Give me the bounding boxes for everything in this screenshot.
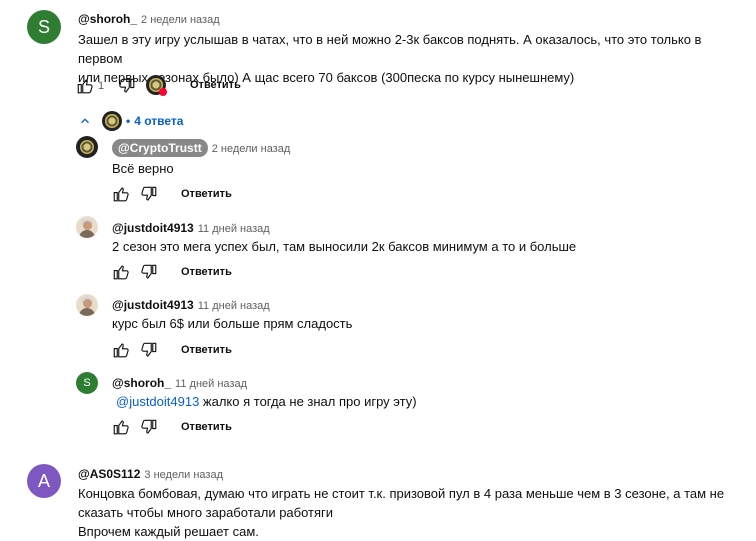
thumbs-down-icon <box>141 186 157 201</box>
man-avatar[interactable] <box>76 216 98 238</box>
thumbs-up-icon <box>113 187 129 202</box>
reply-header: @justdoit4913 11 дней назад <box>112 219 270 237</box>
dislike-button[interactable] <box>140 418 158 441</box>
replies-bullet: • <box>126 114 131 128</box>
reply-text: Всё верно <box>112 161 174 176</box>
comment-text: Зашел в эту игру услышав в чатах, что в … <box>78 30 748 87</box>
reply-header: @shoroh_ 11 дней назад <box>112 374 247 392</box>
reply-author[interactable]: @shoroh_ <box>112 376 171 390</box>
coin-logo-icon <box>79 139 95 155</box>
mention-link[interactable]: @justdoit4913 <box>116 394 199 409</box>
replies-toggle[interactable]: • 4 ответа <box>78 111 183 131</box>
comment-header: @AS0S112 3 недели назад <box>78 465 223 483</box>
thumbs-down-icon <box>141 342 157 357</box>
comment-text: Концовка бомбовая, думаю что играть не с… <box>78 484 748 541</box>
avatar[interactable]: S <box>27 10 61 44</box>
reply-button[interactable]: Ответить <box>181 266 232 278</box>
replies-count-label: 4 ответа <box>134 114 184 128</box>
avatar-body <box>79 308 95 316</box>
reply-time[interactable]: 11 дней назад <box>198 223 270 235</box>
reply-text: 2 сезон это мега успех был, там выносили… <box>112 239 577 254</box>
comment-header: @shoroh_ 2 недели назад <box>78 10 220 28</box>
comment-time[interactable]: 3 недели назад <box>144 469 223 481</box>
comment-time[interactable]: 2 недели назад <box>141 14 220 26</box>
comment-author[interactable]: @shoroh_ <box>78 12 137 26</box>
avatar-body <box>79 230 95 238</box>
reply-text-body: жалко я тогда не знал про игру эту) <box>199 394 417 409</box>
reply-header: @justdoit4913 11 дней назад <box>112 296 270 314</box>
thumbs-up-icon <box>113 420 129 435</box>
reply-time[interactable]: 2 недели назад <box>212 143 291 155</box>
comment-author[interactable]: @AS0S112 <box>78 467 140 481</box>
avatar-head <box>83 299 92 308</box>
coin-avatar[interactable] <box>76 136 98 158</box>
creator-avatar <box>102 111 122 131</box>
like-button[interactable] <box>112 185 130 208</box>
thumbs-up-icon <box>77 79 93 94</box>
reply-author-creator[interactable]: @CryptoTrustt <box>112 139 208 157</box>
thumbs-up-icon <box>113 343 129 358</box>
reply-button[interactable]: Ответить <box>181 188 232 200</box>
heart-icon <box>159 88 167 96</box>
chevron-up-icon <box>81 118 89 124</box>
thumbs-up-icon <box>113 265 129 280</box>
dislike-button[interactable] <box>118 77 136 100</box>
reply-text: @justdoit4913 жалко я тогда не знал про … <box>116 392 417 411</box>
comment-text-line: или первых сезонах было) А щас всего 70 … <box>78 70 575 85</box>
like-button[interactable] <box>76 77 94 100</box>
avatar[interactable]: A <box>27 464 61 498</box>
dislike-button[interactable] <box>140 263 158 286</box>
coin-logo-icon <box>105 114 119 128</box>
like-button[interactable] <box>112 418 130 441</box>
comment-text-line: Концовка бомбовая, думаю что играть не с… <box>78 486 725 501</box>
reply-button[interactable]: Ответить <box>181 421 232 433</box>
thumbs-down-icon <box>141 264 157 279</box>
reply-button[interactable]: Ответить <box>181 344 232 356</box>
thumbs-down-icon <box>119 78 135 93</box>
comment-text-line: Зашел в эту игру услышав в чатах, что в … <box>78 32 702 66</box>
reply-text: курс был 6$ или больше прям сладость <box>112 316 353 331</box>
dislike-button[interactable] <box>140 185 158 208</box>
dislike-button[interactable] <box>140 341 158 364</box>
reply-time[interactable]: 11 дней назад <box>198 300 270 312</box>
man-avatar[interactable] <box>76 294 98 316</box>
reply-author[interactable]: @justdoit4913 <box>112 298 194 312</box>
reply-header: @CryptoTrustt 2 недели назад <box>112 139 290 157</box>
reply-button[interactable]: Ответить <box>190 79 241 91</box>
comment-text-line: сказать чтобы много заработали работяги <box>78 505 334 520</box>
comment-text-line: Впрочем каждый решает сам. <box>78 524 259 539</box>
like-button[interactable] <box>112 263 130 286</box>
reply-time[interactable]: 11 дней назад <box>175 378 247 390</box>
thumbs-down-icon <box>141 419 157 434</box>
like-count: 1 <box>98 80 105 92</box>
like-button[interactable] <box>112 341 130 364</box>
reply-author[interactable]: @justdoit4913 <box>112 221 194 235</box>
avatar-head <box>83 221 92 230</box>
avatar[interactable]: S <box>76 372 98 394</box>
